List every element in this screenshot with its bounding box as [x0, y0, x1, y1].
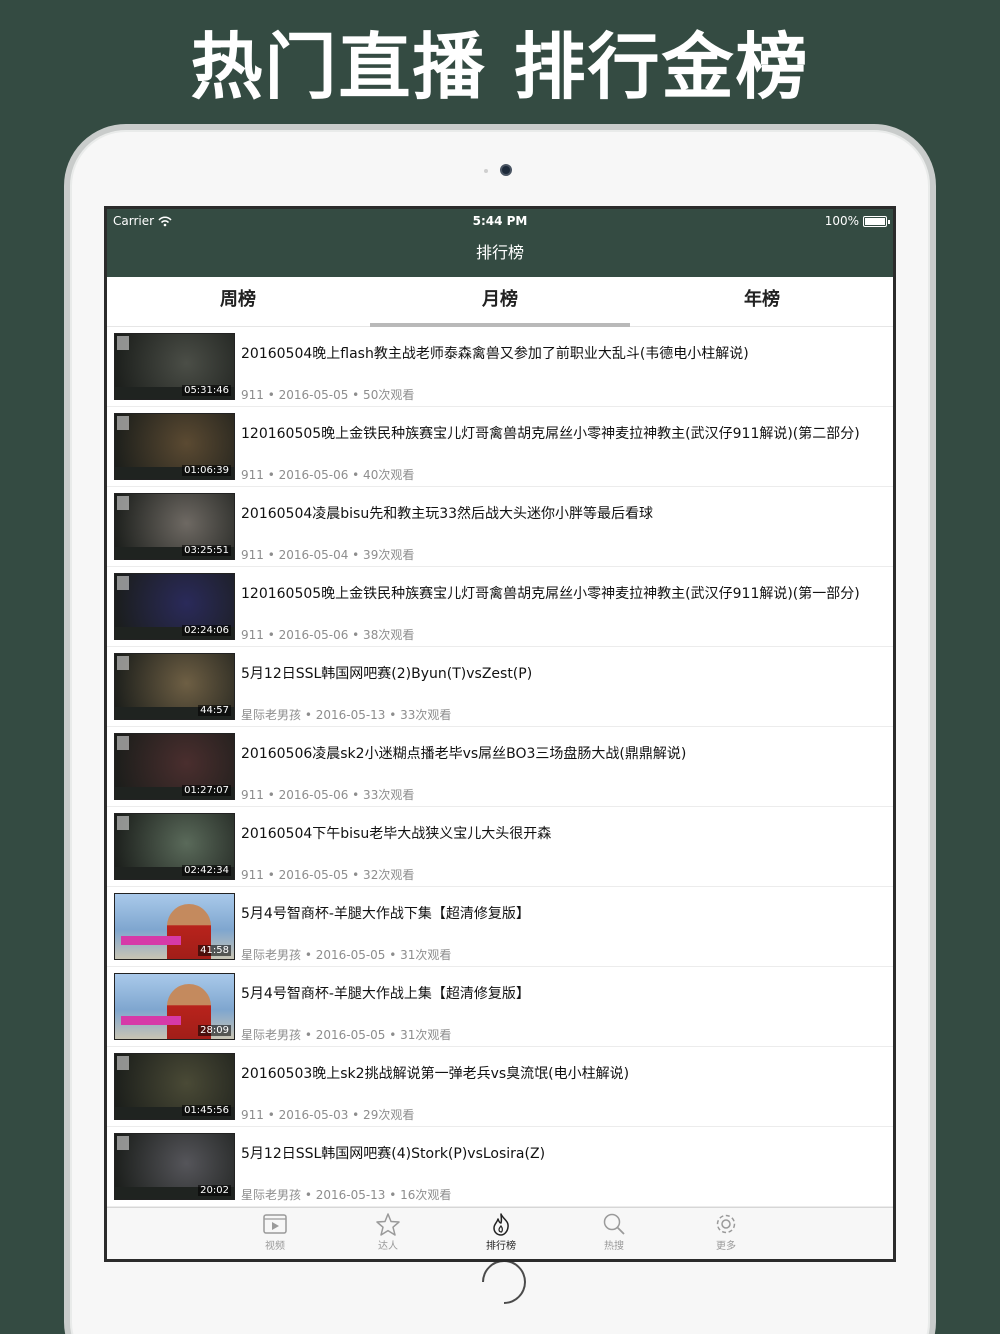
video-icon	[245, 1212, 305, 1236]
list-item[interactable]: 01:27:07 20160506凌晨sk2小迷糊点播老毕vs屌丝BO3三场盘肠大…	[107, 727, 893, 807]
video-duration: 03:25:51	[182, 545, 231, 556]
video-title: 20160506凌晨sk2小迷糊点播老毕vs屌丝BO3三场盘肠大战(鼎鼎解说)	[241, 746, 687, 762]
video-duration: 41:58	[198, 945, 231, 956]
video-meta: 911 • 2016-05-03 • 29次观看	[241, 1108, 415, 1122]
video-meta: 911 • 2016-05-05 • 50次观看	[241, 388, 415, 402]
video-duration: 02:24:06	[182, 625, 231, 636]
video-meta: 911 • 2016-05-05 • 32次观看	[241, 868, 415, 882]
video-thumbnail[interactable]: 03:25:51	[114, 493, 235, 560]
status-time: 5:44 PM	[472, 214, 528, 228]
minimap	[117, 496, 129, 510]
video-title: 20160504下午bisu老毕大战狭义宝儿大头很开森	[241, 826, 552, 842]
video-duration: 01:06:39	[182, 465, 231, 476]
list-item[interactable]: 28:09 5月4号智商杯-羊腿大作战上集【超清修复版】 星际老男孩 • 2016-…	[107, 967, 893, 1047]
video-title: 20160504凌晨bisu先和教主玩33然后战大头迷你小胖等最后看球	[241, 506, 654, 522]
flame-icon	[471, 1212, 531, 1236]
video-list: 05:31:46 20160504晚上flash教主战老师泰森禽兽又参加了前职业大…	[107, 327, 893, 1207]
video-duration: 01:45:56	[182, 1105, 231, 1116]
video-meta: 911 • 2016-05-04 • 39次观看	[241, 548, 415, 562]
video-thumbnail[interactable]: 44:57	[114, 653, 235, 720]
video-thumbnail[interactable]: 02:42:34	[114, 813, 235, 880]
list-item[interactable]: 01:45:56 20160503晚上sk2挑战解说第一弹老兵vs臭流氓(电小柱解…	[107, 1047, 893, 1127]
video-meta: 911 • 2016-05-06 • 40次观看	[241, 468, 415, 482]
caption-banner	[121, 936, 181, 945]
tab-yearly[interactable]: 年榜	[631, 277, 893, 326]
minimap	[117, 416, 129, 430]
video-thumbnail[interactable]: 01:06:39	[114, 413, 235, 480]
tabbar-label: 达人	[378, 1241, 398, 1252]
video-duration: 28:09	[198, 1025, 231, 1036]
battery-icon	[863, 215, 890, 227]
video-meta: 星际老男孩 • 2016-05-13 • 16次观看	[241, 1188, 452, 1202]
sensor-dot	[484, 169, 488, 173]
video-meta: 911 • 2016-05-06 • 38次观看	[241, 628, 415, 642]
app-screen: Carrier 5:44 PM 100% 排行榜 周榜 月榜 年榜 05:31:46…	[104, 206, 896, 1262]
video-thumbnail[interactable]: 02:24:06	[114, 573, 235, 640]
tabbar-item-videos[interactable]: 视频	[245, 1212, 305, 1252]
tab-monthly[interactable]: 月榜	[369, 277, 631, 326]
video-meta: 911 • 2016-05-06 • 33次观看	[241, 788, 415, 802]
tabbar-item-experts[interactable]: 达人	[358, 1212, 418, 1252]
video-meta: 星际老男孩 • 2016-05-05 • 31次观看	[241, 948, 452, 962]
minimap	[117, 1056, 129, 1070]
list-item[interactable]: 03:25:51 20160504凌晨bisu先和教主玩33然后战大头迷你小胖等最…	[107, 487, 893, 567]
bottom-tab-bar: 视频 达人 排行榜 热搜 更多	[107, 1207, 893, 1259]
list-item[interactable]: 02:42:34 20160504下午bisu老毕大战狭义宝儿大头很开森 911 •…	[107, 807, 893, 887]
minimap	[117, 736, 129, 750]
video-thumbnail[interactable]: 01:45:56	[114, 1053, 235, 1120]
video-title: 20160504晚上flash教主战老师泰森禽兽又参加了前职业大乱斗(韦德电小柱…	[241, 346, 749, 362]
video-thumbnail[interactable]: 20:02	[114, 1133, 235, 1200]
tabbar-label: 视频	[265, 1241, 285, 1252]
video-thumbnail[interactable]: 41:58	[114, 893, 235, 960]
list-item[interactable]: 41:58 5月4号智商杯-羊腿大作战下集【超清修复版】 星际老男孩 • 2016-…	[107, 887, 893, 967]
video-thumbnail[interactable]: 05:31:46	[114, 333, 235, 400]
list-item[interactable]: 05:31:46 20160504晚上flash教主战老师泰森禽兽又参加了前职业大…	[107, 327, 893, 407]
navigation-bar: Carrier 5:44 PM 100% 排行榜	[107, 209, 893, 277]
list-item[interactable]: 01:06:39 120160505晚上金铁民种族赛宝儿灯哥禽兽胡克屌丝小零神麦拉…	[107, 407, 893, 487]
segment-tabs: 周榜 月榜 年榜	[107, 277, 893, 327]
video-duration: 01:27:07	[182, 785, 231, 796]
tabbar-item-trending[interactable]: 热搜	[584, 1212, 644, 1252]
video-thumbnail[interactable]: 28:09	[114, 973, 235, 1040]
search-icon	[584, 1212, 644, 1236]
tabbar-item-more[interactable]: 更多	[696, 1212, 756, 1252]
video-duration: 02:42:34	[182, 865, 231, 876]
minimap	[117, 336, 129, 350]
status-bar: Carrier 5:44 PM 100%	[107, 209, 893, 233]
video-duration: 05:31:46	[182, 385, 231, 396]
minimap	[117, 656, 129, 670]
video-duration: 20:02	[198, 1185, 231, 1196]
video-title: 5月4号智商杯-羊腿大作战上集【超清修复版】	[241, 986, 530, 1002]
minimap	[117, 576, 129, 590]
tabbar-label: 热搜	[604, 1241, 624, 1252]
video-title: 5月12日SSL韩国网吧赛(2)Byun(T)vsZest(P)	[241, 666, 533, 682]
tabbar-item-ranking[interactable]: 排行榜	[471, 1212, 531, 1252]
video-duration: 44:57	[198, 705, 231, 716]
list-item[interactable]: 02:24:06 120160505晚上金铁民种族赛宝儿灯哥禽兽胡克屌丝小零神麦拉…	[107, 567, 893, 647]
tabbar-label: 排行榜	[486, 1241, 516, 1252]
tabbar-label: 更多	[716, 1241, 736, 1252]
promo-headline: 热门直播 排行金榜	[190, 25, 810, 109]
front-camera	[500, 164, 512, 176]
minimap	[117, 1136, 129, 1150]
star-icon	[358, 1212, 418, 1236]
video-title: 20160503晚上sk2挑战解说第一弹老兵vs臭流氓(电小柱解说)	[241, 1066, 630, 1082]
video-title: 5月12日SSL韩国网吧赛(4)Stork(P)vsLosira(Z)	[241, 1146, 546, 1162]
video-title: 120160505晚上金铁民种族赛宝儿灯哥禽兽胡克屌丝小零神麦拉神教主(武汉仔9…	[241, 426, 860, 442]
video-title: 120160505晚上金铁民种族赛宝儿灯哥禽兽胡克屌丝小零神麦拉神教主(武汉仔9…	[241, 586, 860, 602]
page-title: 排行榜	[475, 243, 524, 262]
caption-banner	[121, 1016, 181, 1025]
video-title: 5月4号智商杯-羊腿大作战下集【超清修复版】	[241, 906, 530, 922]
video-thumbnail[interactable]: 01:27:07	[114, 733, 235, 800]
minimap	[117, 816, 129, 830]
video-meta: 星际老男孩 • 2016-05-05 • 31次观看	[241, 1028, 452, 1042]
video-meta: 星际老男孩 • 2016-05-13 • 33次观看	[241, 708, 452, 722]
list-item[interactable]: 44:57 5月12日SSL韩国网吧赛(2)Byun(T)vsZest(P) 星际老…	[107, 647, 893, 727]
list-item[interactable]: 20:02 5月12日SSL韩国网吧赛(4)Stork(P)vsLosira(Z)…	[107, 1127, 893, 1207]
tab-weekly[interactable]: 周榜	[107, 277, 369, 326]
gear-icon	[696, 1212, 756, 1236]
